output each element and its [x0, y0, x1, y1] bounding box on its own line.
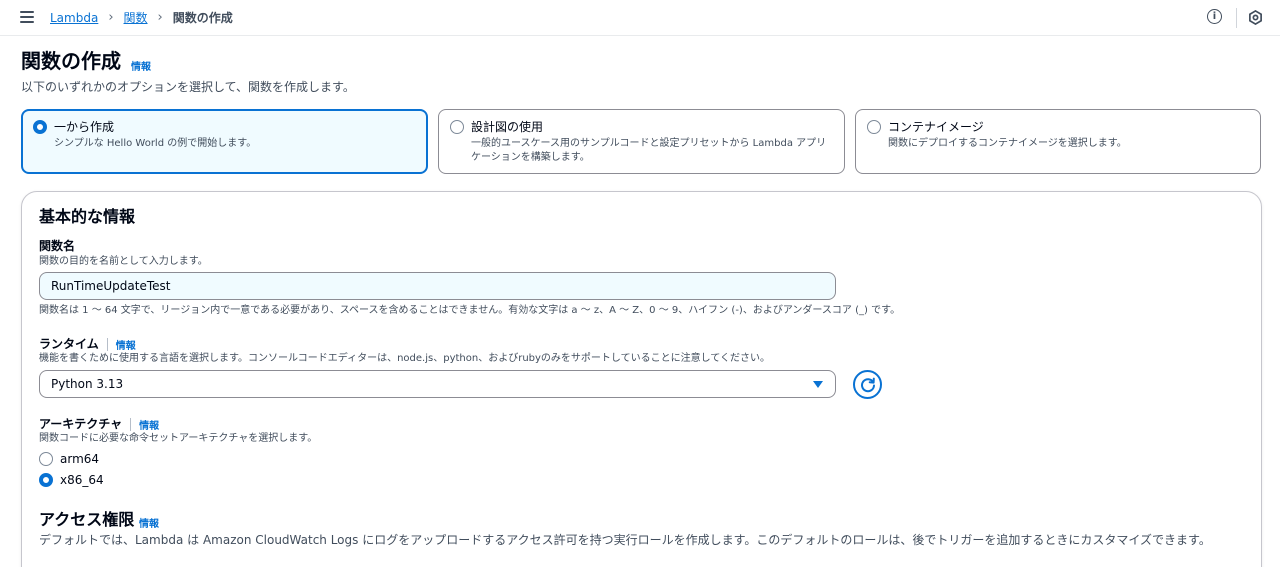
access-description: デフォルトでは、Lambda は Amazon CloudWatch Logs … [39, 533, 1211, 547]
page-description: 以下のいずれかのオプションを選択して、関数を作成します。 [21, 80, 355, 94]
option-author-from-scratch[interactable]: 一から作成 シンプルな Hello World の例で開始します。 [21, 109, 428, 174]
architecture-option-label: arm64 [60, 452, 100, 466]
chevron-right-icon: › [157, 10, 163, 25]
divider [1236, 8, 1237, 28]
runtime-info-link[interactable]: 情報 [116, 337, 136, 352]
radio-unselected-icon [450, 120, 464, 134]
top-navigation: Lambda › 関数 › 関数の作成 i [0, 0, 1280, 36]
radio-unselected-icon [39, 452, 53, 466]
option-description: 関数にデプロイするコンテナイメージを選択します。 [888, 138, 1127, 149]
runtime-select[interactable]: Python 3.13 [39, 370, 836, 398]
breadcrumb: Lambda › 関数 › 関数の作成 [50, 10, 233, 26]
option-use-blueprint[interactable]: 設計図の使用 一般的ユースケース用のサンプルコードと設定プリセットから Lamb… [438, 109, 845, 174]
menu-icon[interactable] [20, 11, 34, 23]
runtime-selected-value: Python 3.13 [51, 377, 124, 391]
divider [130, 417, 132, 431]
breadcrumb-lambda[interactable]: Lambda [50, 10, 98, 26]
runtime-description: 機能を書くために使用する言語を選択します。コンソールコードエディターは、node… [39, 353, 771, 364]
option-title: 一から作成 [54, 120, 115, 134]
caret-down-icon [813, 381, 823, 388]
architecture-option-label: x86_64 [60, 473, 104, 487]
page-title: 関数の作成 [21, 49, 121, 73]
chevron-right-icon: › [108, 10, 114, 25]
option-title: コンテナイメージ [888, 120, 984, 134]
settings-icon[interactable] [1248, 10, 1263, 25]
refresh-icon [860, 377, 875, 392]
access-heading: アクセス権限 [39, 510, 135, 529]
runtime-label-row: ランタイム 情報 [39, 336, 136, 352]
architecture-info-link[interactable]: 情報 [139, 417, 159, 432]
function-name-label: 関数名 [39, 239, 76, 253]
divider [106, 337, 108, 351]
radio-selected-icon [39, 473, 53, 487]
architecture-option-x86-64[interactable]: x86_64 [39, 472, 104, 488]
function-name-input[interactable] [39, 272, 836, 300]
function-name-constraint: 関数名は 1 〜 64 文字で、リージョン内で一意である必要があり、スペースを含… [39, 305, 901, 316]
architecture-option-arm64[interactable]: arm64 [39, 451, 99, 467]
runtime-label: ランタイム [39, 337, 99, 351]
architecture-label-row: アーキテクチャ 情報 [39, 416, 159, 432]
option-description: 一般的ユースケース用のサンプルコードと設定プリセットから Lambda アプリケ… [471, 138, 827, 163]
architecture-description: 関数コードに必要な命令セットアーキテクチャを選択します。 [39, 433, 318, 444]
access-info-link[interactable]: 情報 [139, 515, 159, 530]
basic-info-heading: 基本的な情報 [39, 207, 136, 226]
radio-selected-icon [33, 120, 47, 134]
title-info-link[interactable]: 情報 [131, 58, 151, 73]
radio-unselected-icon [867, 120, 881, 134]
option-description: シンプルな Hello World の例で開始します。 [54, 138, 257, 149]
option-title: 設計図の使用 [471, 120, 544, 134]
info-icon[interactable]: i [1207, 9, 1222, 24]
function-name-description: 関数の目的を名前として入力します。 [39, 256, 208, 267]
architecture-label: アーキテクチャ [39, 417, 123, 431]
refresh-runtime-button[interactable] [853, 370, 882, 399]
breadcrumb-functions[interactable]: 関数 [124, 10, 148, 26]
breadcrumb-current: 関数の作成 [172, 11, 233, 25]
option-container-image[interactable]: コンテナイメージ 関数にデプロイするコンテナイメージを選択します。 [855, 109, 1261, 174]
